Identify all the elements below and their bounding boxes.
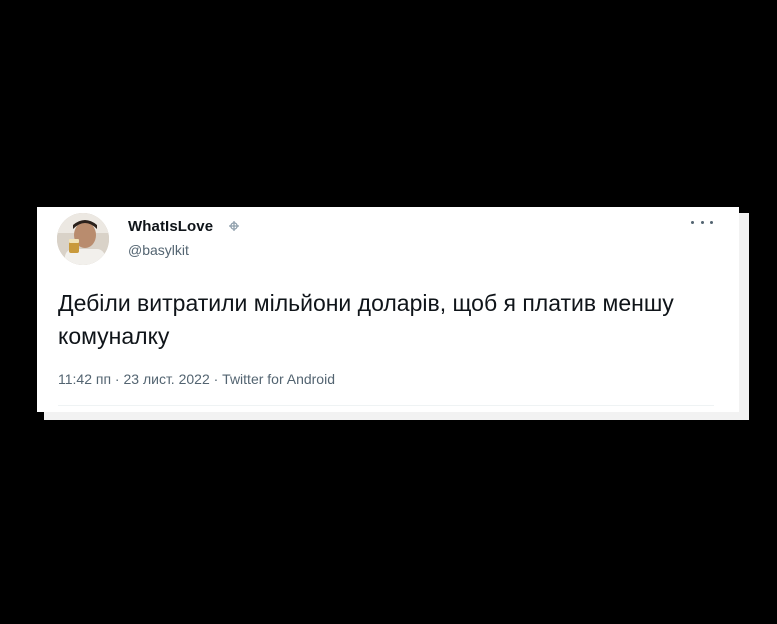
screenshot-canvas: WhatIsLove @basylkit Дебіли витратили мі… xyxy=(0,0,777,624)
more-dot xyxy=(710,220,713,224)
avatar-image xyxy=(57,213,109,265)
tweet-timestamp[interactable]: 11:42 пп · 23 лист. 2022 · Twitter for A… xyxy=(58,371,335,387)
more-options-icon[interactable] xyxy=(691,214,713,230)
pin-badge-icon xyxy=(229,221,239,231)
tweet-text: Дебіли витратили мільйони доларів, щоб я… xyxy=(58,290,674,349)
avatar[interactable] xyxy=(57,213,109,265)
divider xyxy=(58,405,714,406)
user-handle[interactable]: @basylkit xyxy=(128,242,189,258)
more-dot xyxy=(700,220,704,224)
display-name[interactable]: WhatIsLove xyxy=(128,218,213,235)
more-dot xyxy=(691,220,694,224)
tweet-card[interactable]: WhatIsLove @basylkit Дебіли витратили мі… xyxy=(37,207,739,412)
